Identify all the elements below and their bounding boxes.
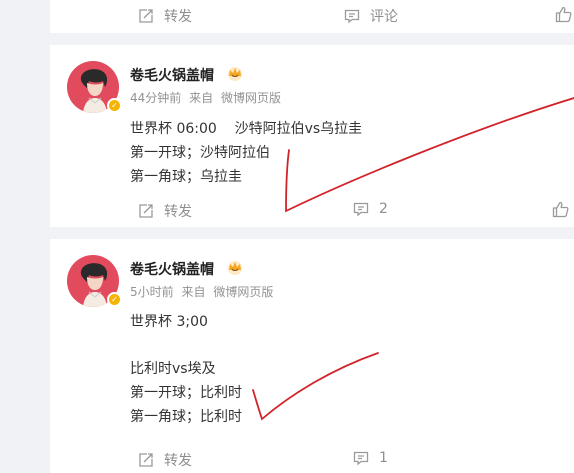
post-card: ✓ 卷毛火锅盖帽 44分钟前 来自 微博网页版 世界杯 06:00 沙特阿拉伯v… bbox=[50, 45, 574, 227]
source-prefix: 来自 bbox=[189, 91, 214, 105]
post-source[interactable]: 微博网页版 bbox=[221, 91, 281, 105]
source-prefix: 来自 bbox=[181, 285, 206, 299]
verified-icon: ✓ bbox=[107, 98, 122, 113]
like-button[interactable] bbox=[555, 6, 574, 23]
crown-icon bbox=[228, 261, 242, 275]
post-line: 第一开球；沙特阿拉伯 bbox=[130, 145, 270, 161]
author-name[interactable]: 卷毛火锅盖帽 bbox=[130, 65, 214, 85]
repost-icon bbox=[139, 204, 153, 218]
post-meta: 44分钟前 来自 微博网页版 bbox=[130, 89, 285, 106]
comment-label: 评论 bbox=[370, 9, 398, 25]
verified-icon: ✓ bbox=[107, 292, 122, 307]
repost-icon bbox=[139, 9, 153, 23]
like-icon bbox=[552, 201, 569, 218]
repost-icon bbox=[139, 453, 153, 467]
post-meta: 5小时前 来自 微博网页版 bbox=[130, 283, 277, 300]
author-name[interactable]: 卷毛火锅盖帽 bbox=[130, 259, 214, 279]
post-line: 比利时vs埃及 bbox=[130, 361, 216, 377]
repost-label: 转发 bbox=[164, 453, 192, 469]
post-line: 第一开球；比利时 bbox=[130, 385, 242, 401]
post-source[interactable]: 微博网页版 bbox=[213, 285, 273, 299]
comment-icon bbox=[353, 202, 369, 217]
repost-label: 转发 bbox=[164, 9, 192, 25]
repost-button[interactable]: 转发 bbox=[138, 6, 192, 26]
comment-icon bbox=[353, 451, 369, 466]
post-line: 世界杯 3;00 bbox=[130, 314, 208, 330]
comment-icon bbox=[344, 9, 360, 24]
comment-count: 1 bbox=[379, 450, 388, 466]
previous-post-card: 转发 评论 bbox=[50, 0, 574, 33]
post-line: 世界杯 06:00 沙特阿拉伯vs乌拉圭 bbox=[130, 121, 363, 137]
comment-count: 2 bbox=[379, 201, 388, 217]
repost-button[interactable]: 转发 bbox=[138, 450, 192, 470]
repost-button[interactable]: 转发 bbox=[138, 201, 192, 221]
post-card: ✓ 卷毛火锅盖帽 5小时前 来自 微博网页版 世界杯 3;00 比利时vs埃及 … bbox=[50, 239, 574, 473]
comment-button[interactable]: 评论 bbox=[344, 6, 398, 26]
comment-button[interactable]: 2 bbox=[353, 201, 388, 217]
post-line: 第一角球；比利时 bbox=[130, 409, 242, 425]
crown-icon bbox=[228, 67, 242, 81]
comment-button[interactable]: 1 bbox=[353, 450, 388, 466]
repost-label: 转发 bbox=[164, 204, 192, 220]
post-time[interactable]: 5小时前 bbox=[130, 285, 174, 299]
post-time[interactable]: 44分钟前 bbox=[130, 91, 181, 105]
like-button[interactable] bbox=[552, 201, 574, 218]
post-line: 第一角球；乌拉圭 bbox=[130, 169, 242, 185]
like-icon bbox=[555, 6, 572, 23]
